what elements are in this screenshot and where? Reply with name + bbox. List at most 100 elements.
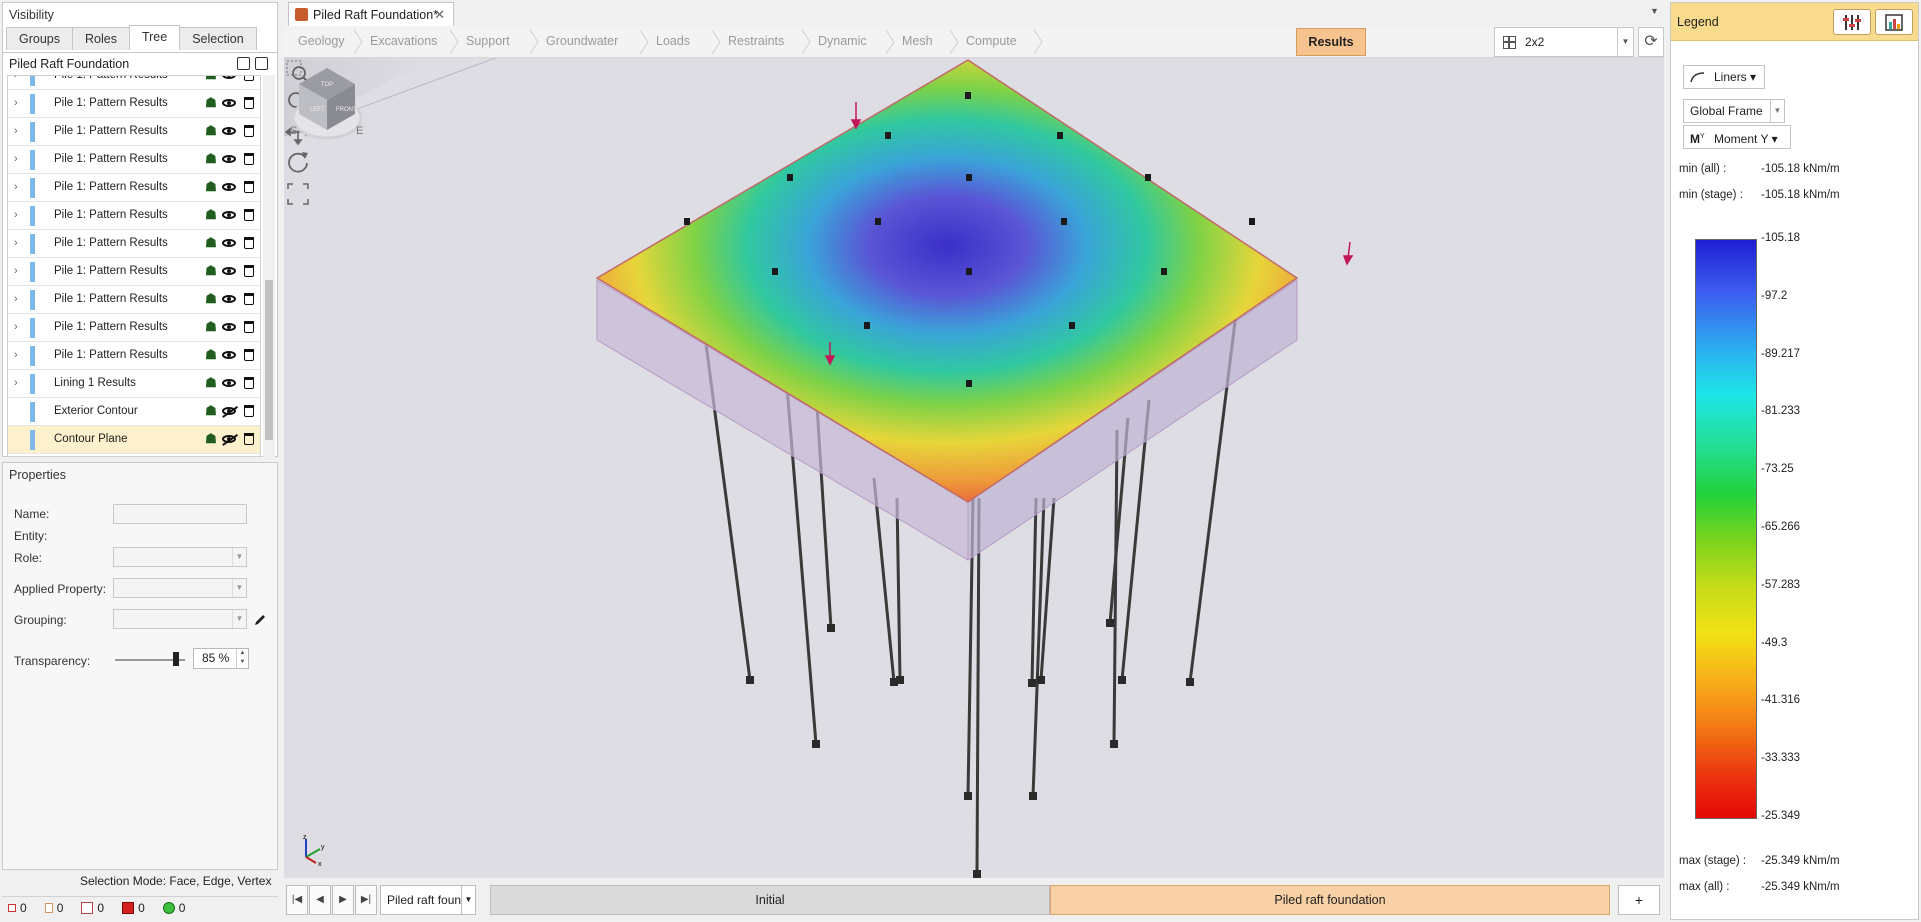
role-person-icon[interactable]: ☗	[204, 375, 218, 390]
chevron-right-icon[interactable]: ›	[14, 97, 18, 109]
fit-view-icon[interactable]	[284, 180, 312, 208]
eye-icon[interactable]	[222, 376, 236, 390]
spinner-arrows[interactable]: ▲ ▼	[236, 649, 248, 668]
chevron-right-icon[interactable]: ›	[14, 181, 18, 193]
trash-icon[interactable]	[242, 404, 256, 418]
role-person-icon[interactable]: ☗	[204, 291, 218, 306]
stage-piled-raft[interactable]: Piled raft foundation	[1050, 885, 1610, 915]
quantity-dropdown[interactable]: MY Moment Y ▾	[1683, 125, 1791, 149]
trash-icon[interactable]	[242, 376, 256, 390]
stage-initial[interactable]: Initial	[490, 885, 1050, 915]
chevron-right-icon[interactable]: ›	[14, 293, 18, 305]
tree-row[interactable]: › Lining 1 Results ☗	[8, 370, 260, 398]
chevron-down-icon[interactable]: ▼	[1650, 6, 1659, 16]
eye-icon[interactable]	[222, 320, 236, 334]
scrollbar-thumb[interactable]	[265, 280, 273, 440]
tree-row[interactable]: › Pile 1: Pattern Results ☗	[8, 230, 260, 258]
role-person-icon[interactable]: ☗	[204, 235, 218, 250]
tree-row[interactable]: › Pile 1: Pattern Results ☗	[8, 118, 260, 146]
tab-roles[interactable]: Roles	[72, 27, 130, 50]
tab-tree[interactable]: Tree	[128, 25, 181, 50]
role-person-icon[interactable]: ☗	[204, 319, 218, 334]
eye-icon[interactable]	[222, 292, 236, 306]
grouping-select[interactable]: ▼	[113, 609, 247, 629]
tree-row[interactable]: › Pile 1: Pattern Results ☗	[8, 314, 260, 342]
trash-icon[interactable]	[242, 236, 256, 250]
chevron-right-icon[interactable]: ›	[14, 265, 18, 277]
trash-icon[interactable]	[242, 320, 256, 334]
document-tab[interactable]: Piled Raft Foundation* ✕	[288, 2, 454, 26]
liners-dropdown[interactable]: Liners ▾	[1683, 65, 1765, 89]
expand-all-icon[interactable]	[255, 57, 268, 70]
prev-stage-icon[interactable]: ◀	[309, 885, 331, 915]
tree-row[interactable]: Contour Plane ☗	[8, 426, 260, 454]
eye-icon[interactable]	[222, 152, 236, 166]
eye-hidden-icon[interactable]	[222, 404, 236, 418]
chevron-right-icon[interactable]: ›	[14, 209, 18, 221]
chevron-right-icon[interactable]: ›	[14, 76, 18, 81]
tab-selection[interactable]: Selection	[179, 27, 257, 50]
role-person-icon[interactable]: ☗	[204, 403, 218, 418]
chevron-right-icon[interactable]: ›	[14, 153, 18, 165]
add-stage-button[interactable]: +	[1618, 885, 1660, 915]
role-person-icon[interactable]: ☗	[204, 431, 218, 446]
tree-row[interactable]: › Pile 1: Pattern Results ☗	[8, 174, 260, 202]
chevron-right-icon[interactable]: ›	[14, 377, 18, 389]
last-stage-icon[interactable]: ▶|	[355, 885, 377, 915]
eye-icon[interactable]	[222, 96, 236, 110]
eye-hidden-icon[interactable]	[222, 432, 236, 446]
next-stage-icon[interactable]: ▶	[332, 885, 354, 915]
trash-icon[interactable]	[242, 292, 256, 306]
eye-icon[interactable]	[222, 76, 236, 82]
tree-row[interactable]: Exterior Contour ☗	[8, 398, 260, 426]
eye-icon[interactable]	[222, 264, 236, 278]
frame-select[interactable]: Global Frame ▼	[1683, 99, 1785, 123]
chevron-down-icon[interactable]: ▼	[1618, 27, 1634, 57]
eye-icon[interactable]	[222, 180, 236, 194]
transparency-input[interactable]: 85 % ▲ ▼	[193, 648, 249, 669]
role-person-icon[interactable]: ☗	[204, 347, 218, 362]
tree-row[interactable]: › Pile 1: Pattern Results ☗	[8, 342, 260, 370]
transparency-slider-thumb[interactable]	[173, 652, 179, 666]
trash-icon[interactable]	[242, 208, 256, 222]
tree-row[interactable]: › Pile 1: Pattern Results ☗	[8, 286, 260, 314]
trash-icon[interactable]	[242, 432, 256, 446]
trash-icon[interactable]	[242, 96, 256, 110]
model-render[interactable]	[284, 58, 1664, 878]
tree-row[interactable]: › Pile 1: Pattern Results ☗	[8, 146, 260, 174]
chevron-down-icon[interactable]: ▼	[462, 885, 476, 915]
eye-icon[interactable]	[222, 124, 236, 138]
chevron-right-icon[interactable]: ›	[14, 125, 18, 137]
eye-icon[interactable]	[222, 236, 236, 250]
applied-property-select[interactable]: ▼	[113, 578, 247, 598]
trash-icon[interactable]	[242, 152, 256, 166]
trash-icon[interactable]	[242, 76, 256, 82]
stage-select[interactable]: Piled raft founc	[380, 885, 462, 915]
step-results[interactable]: Results	[1296, 28, 1366, 56]
close-icon[interactable]: ✕	[434, 3, 445, 27]
role-person-icon[interactable]: ☗	[204, 76, 218, 82]
layout-select[interactable]: 2x2	[1494, 27, 1618, 57]
role-person-icon[interactable]: ☗	[204, 263, 218, 278]
eye-icon[interactable]	[222, 208, 236, 222]
legend-chart-button[interactable]	[1875, 9, 1913, 35]
trash-icon[interactable]	[242, 348, 256, 362]
tree-scrollbar[interactable]	[263, 75, 275, 457]
chevron-right-icon[interactable]: ›	[14, 349, 18, 361]
chevron-right-icon[interactable]: ›	[14, 237, 18, 249]
role-person-icon[interactable]: ☗	[204, 179, 218, 194]
navigation-cube[interactable]: TOP LEFT FRONT S E	[284, 58, 370, 148]
collapse-all-icon[interactable]	[237, 57, 250, 70]
rotate-icon[interactable]	[284, 148, 312, 176]
trash-icon[interactable]	[242, 264, 256, 278]
refresh-icon[interactable]: ⟳	[1638, 27, 1664, 57]
3d-viewport[interactable]: TOP LEFT FRONT S E z y x	[284, 58, 1664, 878]
role-person-icon[interactable]: ☗	[204, 207, 218, 222]
chevron-right-icon[interactable]: ›	[14, 321, 18, 333]
pencil-icon[interactable]	[253, 613, 267, 627]
name-field[interactable]	[113, 504, 247, 524]
tree-row[interactable]: › Pile 1: Pattern Results ☗	[8, 202, 260, 230]
tree-row[interactable]: › Pile 1: Pattern Results ☗	[8, 258, 260, 286]
eye-icon[interactable]	[222, 348, 236, 362]
role-person-icon[interactable]: ☗	[204, 123, 218, 138]
